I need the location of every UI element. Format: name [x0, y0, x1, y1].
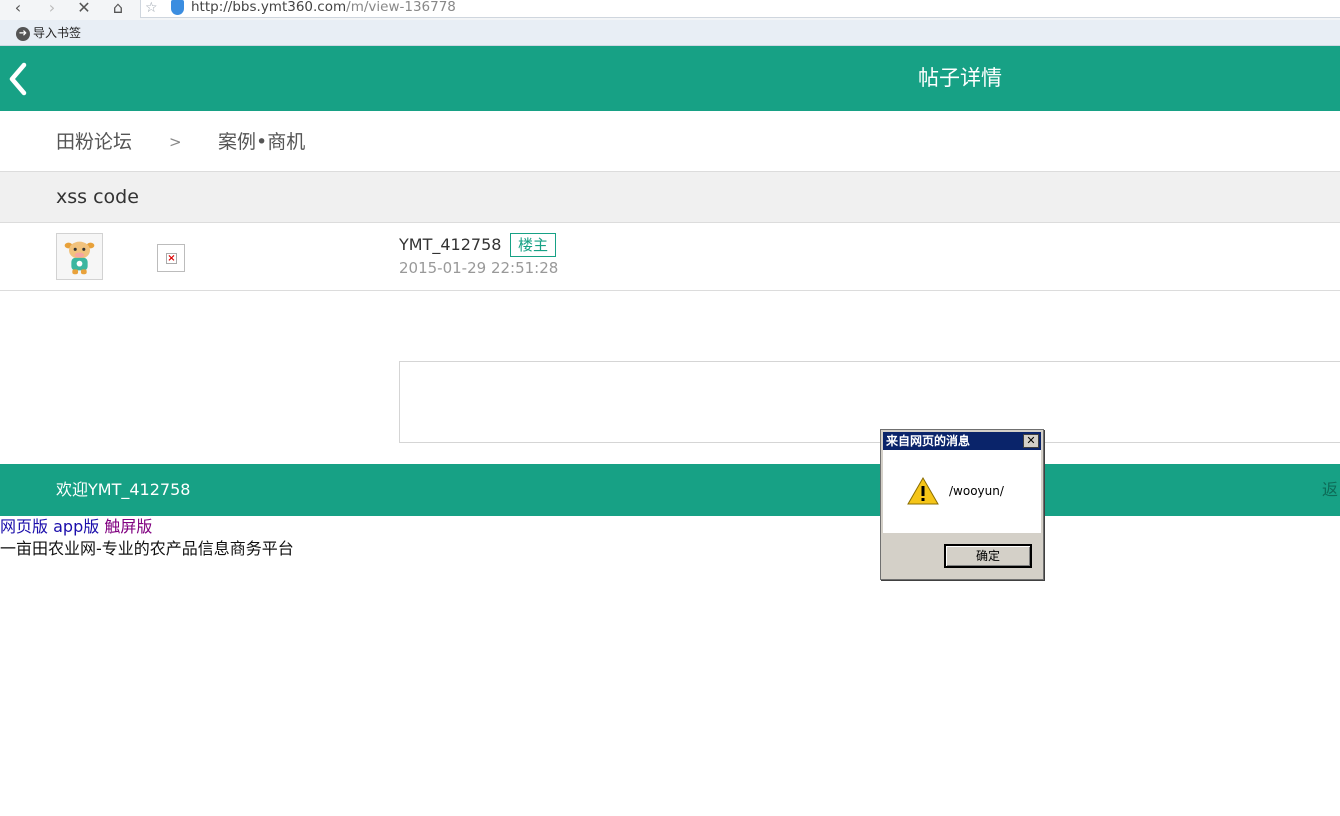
page-title: 帖子详情	[918, 66, 1002, 90]
dialog-title: 来自网页的消息	[886, 434, 971, 448]
author-name[interactable]: YMT_412758	[399, 235, 501, 255]
post-timestamp: 2015-01-29 22:51:28	[399, 259, 559, 277]
footer-bar: 欢迎YMT_412758 返	[0, 464, 1340, 516]
bookmark-bar: ➜ 导入书签	[0, 20, 1340, 46]
post-title: xss code	[56, 186, 139, 208]
ok-button[interactable]: 确定	[944, 544, 1032, 568]
import-arrow-icon: ➜	[16, 27, 30, 41]
cow-mascot-icon	[64, 241, 95, 275]
shield-icon	[171, 0, 184, 15]
home-icon[interactable]: ⌂	[108, 0, 128, 18]
browser-toolbar: ‹ › ✕ ⌂ ☆ http://bbs.ymt360.com/m/view-1…	[0, 0, 1340, 20]
broken-image-icon: ×	[157, 244, 185, 272]
author-row: × YMT_412758 楼主 2015-01-29 22:51:28	[0, 223, 1340, 291]
post-title-bar: xss code	[0, 172, 1340, 223]
import-bookmarks-link[interactable]: 导入书签	[33, 26, 81, 41]
touch-version-link[interactable]: 触屏版	[104, 517, 152, 536]
chevron-left-icon	[9, 62, 27, 96]
url-text: http://bbs.ymt360.com/m/view-136778	[191, 0, 456, 15]
footer-back-link[interactable]: 返	[1322, 480, 1338, 500]
welcome-text: 欢迎YMT_412758	[56, 480, 191, 499]
dialog-body: /wooyun/	[883, 450, 1041, 533]
post-content-box	[399, 361, 1340, 443]
site-slogan: 一亩田农业网-专业的农产品信息商务平台	[0, 539, 294, 558]
version-links: 网页版 app版 触屏版	[0, 517, 152, 537]
dialog-title-bar[interactable]: 来自网页的消息 ✕	[883, 432, 1041, 450]
address-bar[interactable]: ☆ http://bbs.ymt360.com/m/view-136778	[140, 0, 1340, 18]
dialog-message: /wooyun/	[949, 484, 1004, 498]
breadcrumb-forum[interactable]: 田粉论坛	[56, 129, 132, 155]
breadcrumb-category[interactable]: 案例•商机	[218, 129, 305, 155]
breadcrumb-separator: >	[169, 133, 182, 151]
warning-icon	[907, 476, 939, 505]
back-button[interactable]	[4, 59, 34, 99]
stop-icon[interactable]: ✕	[74, 0, 94, 18]
alert-dialog: 来自网页的消息 ✕ /wooyun/ 确定	[880, 429, 1044, 580]
forward-icon[interactable]: ›	[42, 0, 62, 18]
avatar[interactable]	[56, 233, 103, 280]
breadcrumb: 田粉论坛 > 案例•商机	[0, 111, 1340, 172]
star-icon[interactable]: ☆	[145, 0, 158, 17]
back-icon[interactable]: ‹	[8, 0, 28, 18]
app-header: 帖子详情	[0, 46, 1340, 111]
owner-badge: 楼主	[510, 233, 556, 257]
close-icon[interactable]: ✕	[1023, 434, 1039, 448]
web-version-link[interactable]: 网页版	[0, 517, 48, 536]
app-version-link[interactable]: app版	[53, 517, 99, 536]
